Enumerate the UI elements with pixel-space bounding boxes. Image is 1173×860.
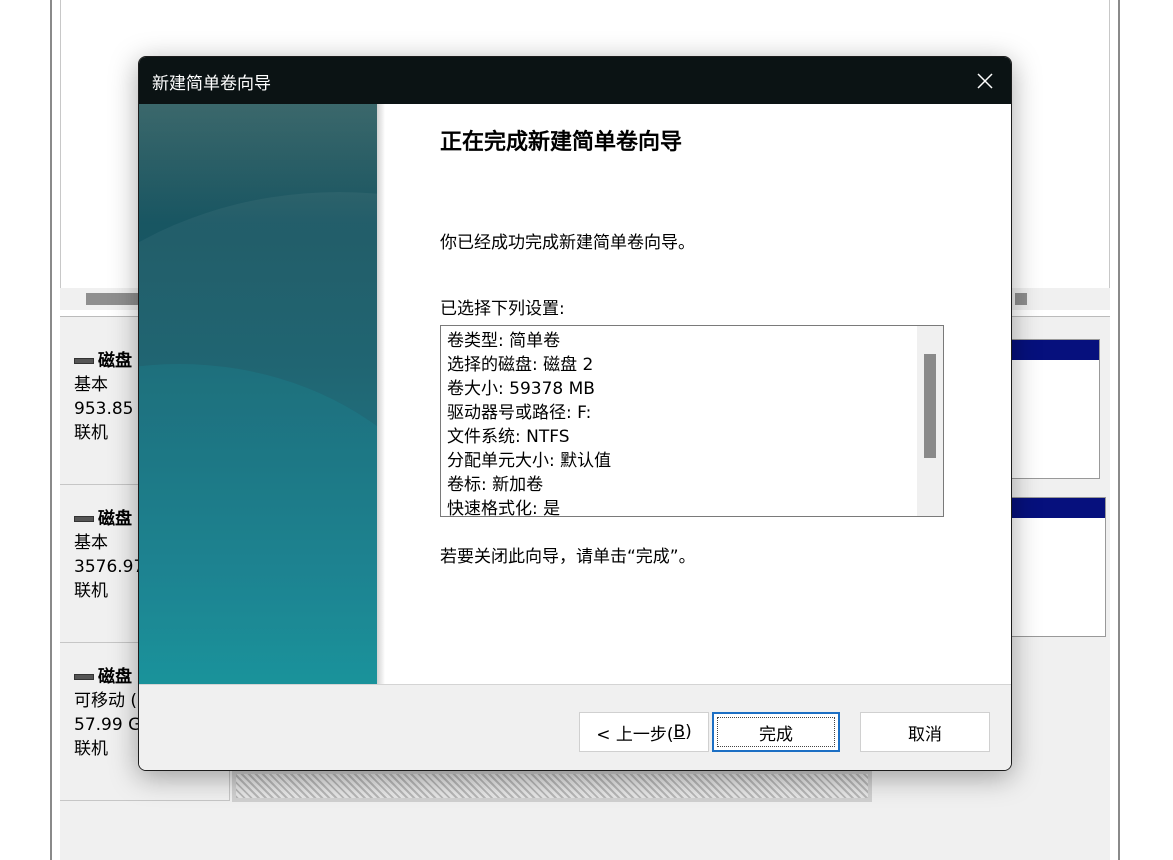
scrollbar-thumb[interactable]: [86, 293, 146, 305]
disk-icon: [74, 674, 94, 680]
button-bar: < 上一步(B) 完成 取消: [139, 685, 1011, 770]
scrollbar-thumb[interactable]: [924, 354, 936, 458]
settings-list: 卷类型: 简单卷 选择的磁盘: 磁盘 2 卷大小: 59378 MB 驱动器号或…: [447, 329, 612, 517]
wizard-content: 正在完成新建简单卷向导 你已经成功完成新建简单卷向导。 已选择下列设置: 卷类型…: [385, 104, 1011, 684]
setting-volume-label: 卷标: 新加卷: [447, 475, 544, 495]
title-bar[interactable]: 新建简单卷向导: [139, 57, 1011, 104]
unallocated-partition[interactable]: [232, 770, 872, 802]
setting-selected-disk: 选择的磁盘: 磁盘 2: [447, 355, 594, 375]
page-title: 正在完成新建简单卷向导: [440, 130, 683, 155]
setting-file-system: 文件系统: NTFS: [447, 427, 570, 447]
settings-label: 已选择下列设置:: [440, 299, 565, 319]
setting-volume-size: 卷大小: 59378 MB: [447, 379, 595, 399]
disk-icon: [74, 516, 94, 522]
cancel-button[interactable]: 取消: [860, 712, 990, 752]
vertical-scrollbar[interactable]: [917, 326, 943, 516]
back-button[interactable]: < 上一步(B): [579, 712, 709, 752]
close-icon: [977, 72, 993, 89]
setting-allocation-unit: 分配单元大小: 默认值: [447, 451, 612, 471]
wizard-banner-image: [139, 104, 377, 684]
settings-summary-textbox[interactable]: 卷类型: 简单卷 选择的磁盘: 磁盘 2 卷大小: 59378 MB 驱动器号或…: [440, 325, 944, 517]
window-title: 新建简单卷向导: [152, 74, 271, 94]
setting-volume-type: 卷类型: 简单卷: [447, 331, 561, 351]
success-message: 你已经成功完成新建简单卷向导。: [440, 233, 695, 253]
close-hint-text: 若要关闭此向导，请单击“完成”。: [440, 547, 696, 567]
scrollbar-thumb-right[interactable]: [1015, 293, 1027, 305]
finish-button[interactable]: 完成: [712, 712, 840, 752]
close-button[interactable]: [959, 57, 1011, 104]
disk-icon: [74, 358, 94, 364]
new-simple-volume-wizard: 新建简单卷向导 正在完成新建简单卷向导 你已经成功完成新建简单卷向导。 已选择下…: [138, 56, 1012, 771]
setting-quick-format: 快速格式化: 是: [447, 499, 561, 517]
setting-drive-letter: 驱动器号或路径: F:: [447, 403, 592, 423]
